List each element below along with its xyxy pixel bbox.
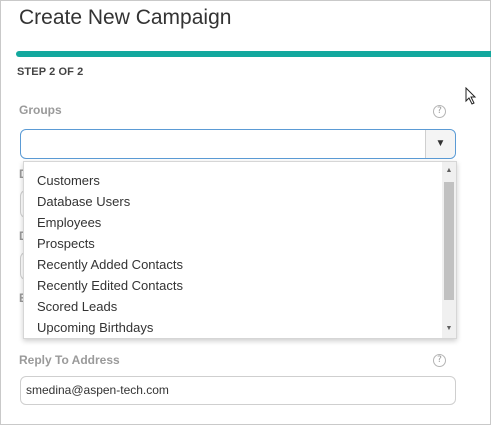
reply-to-help-icon[interactable]: ?	[433, 354, 446, 367]
dropdown-option[interactable]: Recently Edited Contacts	[24, 275, 456, 296]
page-title: Create New Campaign	[19, 6, 232, 29]
groups-help-icon[interactable]: ?	[433, 105, 446, 118]
groups-dropdown-list[interactable]: Customers Database Users Employees Prosp…	[23, 161, 457, 339]
scroll-down-arrow-icon[interactable]: ▼	[442, 322, 456, 336]
dropdown-option[interactable]: Customers	[24, 170, 456, 191]
dropdown-option[interactable]: Recently Added Contacts	[24, 254, 456, 275]
campaign-form: Create New Campaign STEP 2 OF 2 Groups ?…	[0, 0, 491, 425]
dropdown-option[interactable]: Upcoming Birthdays	[24, 317, 456, 338]
groups-select[interactable]: ▼	[20, 129, 456, 159]
dropdown-option[interactable]: Scored Leads	[24, 296, 456, 317]
mouse-pointer-icon	[465, 87, 477, 105]
dropdown-scrollbar[interactable]: ▲ ▼	[442, 162, 456, 338]
reply-to-label: Reply To Address	[19, 353, 120, 367]
progress-bar	[16, 51, 491, 57]
dropdown-option[interactable]: Database Users	[24, 191, 456, 212]
groups-label: Groups	[19, 103, 62, 117]
dropdown-option[interactable]: Prospects	[24, 233, 456, 254]
scroll-up-arrow-icon[interactable]: ▲	[442, 164, 456, 178]
dropdown-option[interactable]: Employees	[24, 212, 456, 233]
scrollbar-thumb[interactable]	[444, 182, 454, 300]
reply-to-address-input[interactable]: smedina@aspen-tech.com	[20, 376, 456, 405]
step-indicator: STEP 2 OF 2	[17, 66, 84, 78]
chevron-down-icon[interactable]: ▼	[425, 130, 455, 158]
